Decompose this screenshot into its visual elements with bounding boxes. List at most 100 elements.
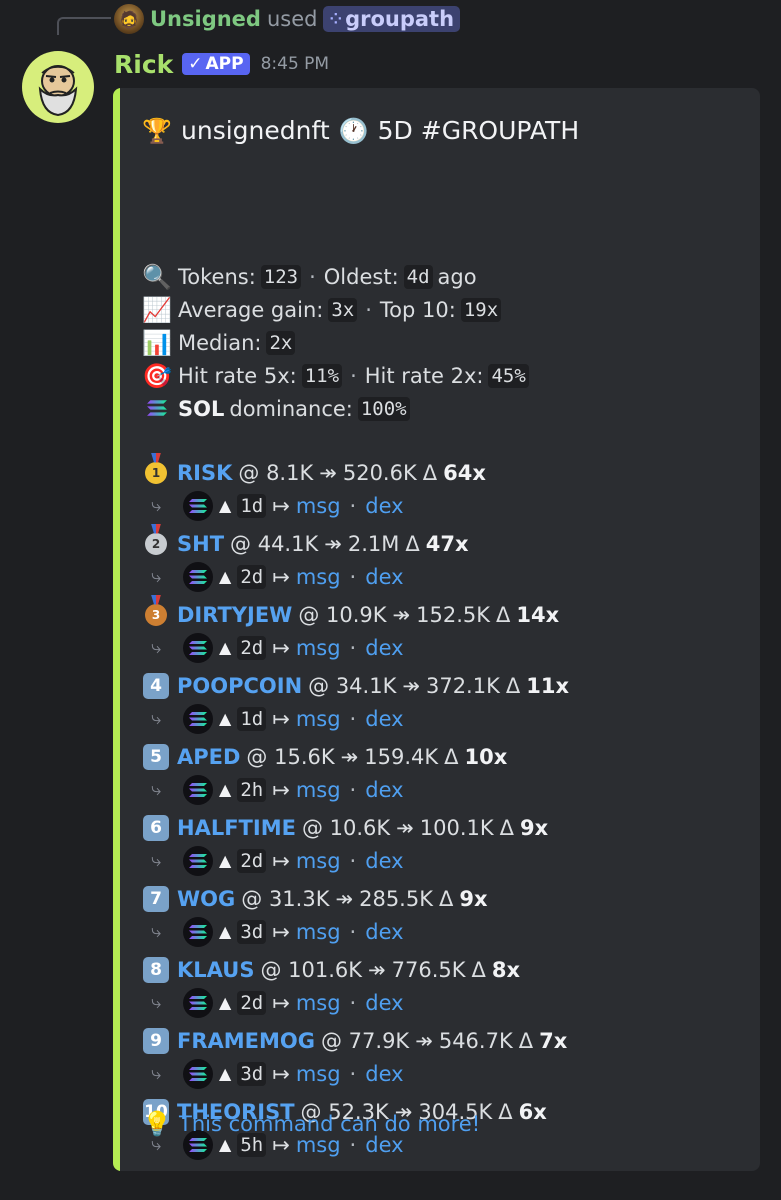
dex-link[interactable]: dex <box>365 1062 403 1086</box>
token-peak: 285.5K <box>359 886 433 911</box>
token-name-link[interactable]: DIRTYJEW <box>177 603 292 627</box>
title-period: 5D #GROUPATH <box>377 116 580 145</box>
token-peak: 776.5K <box>391 957 466 982</box>
avg-label: Average gain: <box>178 297 324 322</box>
token-details: ⤷ ▲ 1d ↦ msg · dex <box>141 489 569 522</box>
stat-line-hitrate: 🎯 Hit rate 5x: 11% · Hit rate 2x: 45% <box>141 359 529 392</box>
dominance-label: dominance: <box>229 396 353 421</box>
rank-keycap-icon: 9 <box>143 1027 169 1054</box>
token-name-link[interactable]: FRAMEMOG <box>177 1029 315 1053</box>
maps-to-icon: ↦ <box>272 777 290 802</box>
delta-icon: Δ <box>405 531 420 556</box>
reply-connector <box>57 17 111 35</box>
delta-icon: Δ <box>438 886 454 911</box>
oldest-suffix: ago <box>437 264 477 289</box>
dex-link[interactable]: dex <box>365 636 403 660</box>
lightbulb-icon: 💡 <box>142 1110 172 1138</box>
rank-keycap-icon: 7 <box>143 885 169 912</box>
token-name-link[interactable]: HALFTIME <box>177 816 296 840</box>
token-multiplier: 9x <box>459 886 488 911</box>
footer-link[interactable]: This command can do more! <box>179 1112 480 1136</box>
separator-dot: · <box>365 297 372 322</box>
reply-user-avatar[interactable]: 🧔 <box>114 4 144 34</box>
token-entry: @ 31.3K <box>241 886 330 911</box>
checkmark-icon: ✓ <box>188 54 203 74</box>
token-multiplier: 8x <box>491 957 521 982</box>
token-details: ⤷ ▲ 2d ↦ msg · dex <box>141 844 569 877</box>
reply-username[interactable]: Unsigned <box>150 7 261 31</box>
token-name-link[interactable]: WOG <box>177 887 235 911</box>
token-summary: 3 DIRTYJEW @ 10.9K ↠ 152.5K Δ 14x <box>141 598 569 631</box>
double-arrow-icon: ↠ <box>415 1028 433 1053</box>
double-arrow-icon: ↠ <box>335 886 354 911</box>
token-multiplier: 47x <box>425 531 469 556</box>
token-peak: 520.6K <box>342 460 417 485</box>
separator-dot: · <box>349 1061 357 1086</box>
stat-line-average: 📈 Average gain: 3x · Top 10: 19x <box>141 293 529 326</box>
rank-badge: 9 <box>141 1027 171 1055</box>
maps-to-icon: ↦ <box>272 990 290 1015</box>
separator-dot: · <box>350 363 357 388</box>
rank-badge: 2 <box>141 530 171 558</box>
dex-link[interactable]: dex <box>365 707 403 731</box>
token-peak: 372.1K <box>425 673 500 698</box>
double-arrow-icon: ↠ <box>392 602 411 627</box>
wizard-face-icon <box>38 65 78 117</box>
rank-badge: 7 <box>141 885 171 913</box>
maps-to-icon: ↦ <box>272 493 290 518</box>
triangle-up-icon: ▲ <box>219 993 232 1012</box>
token-details: ⤷ ▲ 3d ↦ msg · dex <box>141 915 569 948</box>
rank-keycap-icon: 8 <box>143 956 169 983</box>
timestamp[interactable]: 8:45 PM <box>261 54 330 74</box>
token-name-link[interactable]: SHT <box>177 532 224 556</box>
delta-icon: Δ <box>444 744 459 769</box>
msg-link[interactable]: msg <box>296 849 341 873</box>
msg-link[interactable]: msg <box>296 494 341 518</box>
token-multiplier: 10x <box>464 744 508 769</box>
command-chip[interactable]: ⁘ groupath <box>323 6 461 32</box>
dex-link[interactable]: dex <box>365 778 403 802</box>
msg-link[interactable]: msg <box>296 778 341 802</box>
top10-value: 19x <box>460 297 502 322</box>
dominance-value: 100% <box>357 396 410 421</box>
token-details: ⤷ ▲ 1d ↦ msg · dex <box>141 702 569 735</box>
dex-link[interactable]: dex <box>365 565 403 589</box>
solana-icon <box>183 632 213 663</box>
token-entry: @ 34.1K <box>308 673 397 698</box>
triangle-up-icon: ▲ <box>219 709 232 728</box>
dex-link[interactable]: dex <box>365 991 403 1015</box>
msg-link[interactable]: msg <box>296 565 341 589</box>
maps-to-icon: ↦ <box>272 564 290 589</box>
token-item: 8 KLAUS @ 101.6K ↠ 776.5K Δ 8x ⤷ ▲ 2d ↦ msg · dex <box>141 953 569 1024</box>
token-item: 1 RISK @ 8.1K ↠ 520.6K Δ 64x ⤷ ▲ 1d ↦ msg · dex <box>141 456 569 527</box>
reply-used-text: used <box>266 7 318 31</box>
token-name-link[interactable]: RISK <box>177 461 232 485</box>
token-name-link[interactable]: APED <box>177 745 240 769</box>
token-entry: @ 77.9K <box>321 1028 410 1053</box>
dex-link[interactable]: dex <box>365 920 403 944</box>
delta-icon: Δ <box>422 460 438 485</box>
solana-icon <box>183 845 213 876</box>
author-avatar[interactable] <box>22 51 94 123</box>
token-age: 3d <box>237 919 267 944</box>
msg-link[interactable]: msg <box>296 636 341 660</box>
token-name-link[interactable]: POOPCOIN <box>177 674 302 698</box>
token-peak: 546.7K <box>438 1028 513 1053</box>
title-user: unsignednft <box>181 116 330 145</box>
dex-link[interactable]: dex <box>365 849 403 873</box>
token-details: ⤷ ▲ 2d ↦ msg · dex <box>141 631 569 664</box>
msg-link[interactable]: msg <box>296 1062 341 1086</box>
rank-badge: 1 <box>141 459 171 487</box>
msg-link[interactable]: msg <box>296 920 341 944</box>
triangle-up-icon: ▲ <box>219 496 232 515</box>
reply-arrow-icon: ⤷ <box>151 921 162 942</box>
solana-icon <box>183 987 213 1018</box>
dex-link[interactable]: dex <box>365 494 403 518</box>
author-name[interactable]: Rick <box>114 50 173 79</box>
token-multiplier: 11x <box>526 673 570 698</box>
reply-arrow-icon: ⤷ <box>151 779 162 800</box>
msg-link[interactable]: msg <box>296 991 341 1015</box>
token-name-link[interactable]: KLAUS <box>177 958 254 982</box>
token-details: ⤷ ▲ 3d ↦ msg · dex <box>141 1057 569 1090</box>
msg-link[interactable]: msg <box>296 707 341 731</box>
